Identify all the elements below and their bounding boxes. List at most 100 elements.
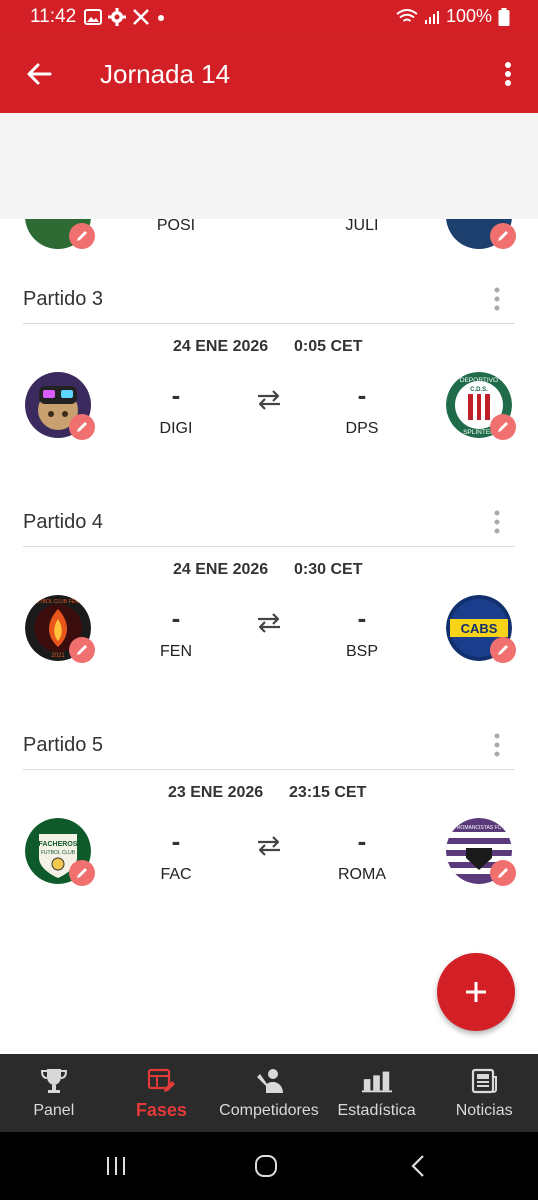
away-score: - — [357, 603, 367, 633]
home-button[interactable] — [246, 1150, 286, 1182]
page-title: Jornada 14 — [100, 59, 231, 89]
match-date: 24 ENE 2026 — [173, 561, 269, 578]
notification-icons — [84, 8, 166, 26]
x-logo-icon — [133, 9, 149, 25]
home-score: - — [171, 603, 181, 633]
home-circle-icon — [255, 1155, 277, 1177]
previous-match-partial: POSI JULI — [0, 219, 538, 249]
match-time: 23:15 CET — [289, 784, 367, 801]
match-header: Partido 3 — [23, 278, 515, 324]
more-vertical-icon — [494, 510, 500, 534]
recent-apps-button[interactable] — [96, 1150, 136, 1182]
more-vertical-icon — [494, 733, 500, 757]
away-team-abbr: JULI — [345, 219, 379, 234]
header-blank-area — [0, 113, 538, 219]
match-options-button[interactable] — [487, 730, 507, 760]
home-score: - — [171, 826, 181, 856]
signal-icon — [424, 10, 439, 24]
settings-gear-icon — [108, 8, 126, 26]
more-vertical-icon — [494, 287, 500, 311]
edit-logo-button[interactable] — [490, 223, 516, 249]
arrow-back-icon — [27, 63, 52, 85]
status-time: 11:42 — [30, 6, 77, 27]
pencil-icon — [77, 645, 87, 655]
recent-apps-icon — [107, 1157, 125, 1175]
add-match-button[interactable] — [437, 953, 515, 1031]
overflow-menu-button[interactable] — [496, 57, 520, 91]
away-team-abbr: ROMA — [338, 866, 386, 883]
match-options-button[interactable] — [487, 507, 507, 537]
edit-logo-button[interactable] — [490, 860, 516, 886]
newspaper-icon — [468, 1066, 500, 1096]
back-button[interactable] — [22, 57, 56, 91]
away-team: CABS — [446, 595, 516, 663]
away-team: ROMANCISTAS FC — [446, 818, 516, 886]
nav-label: Fases — [135, 1100, 187, 1120]
pencil-icon — [77, 868, 87, 878]
match-title: Partido 4 — [23, 511, 104, 533]
home-score: - — [171, 380, 181, 410]
edit-logo-button[interactable] — [490, 637, 516, 663]
status-right: 100% — [396, 6, 510, 27]
match-card: Partido 5 23 ENE 2026 23:15 CET FACHEROS… — [0, 724, 538, 924]
match-options-button[interactable] — [487, 284, 507, 314]
match-header: Partido 4 — [23, 501, 515, 547]
nav-item-competidores[interactable]: Competidores — [215, 1054, 323, 1132]
nav-label: Competidores — [219, 1102, 319, 1119]
dps-logo-mid-text: C.D.S. — [470, 387, 488, 393]
home-team-abbr: POSI — [156, 219, 196, 234]
bsp-logo-text: CABS — [461, 621, 498, 636]
pencil-icon — [498, 868, 508, 878]
swap-teams-icon[interactable] — [256, 389, 282, 411]
plus-icon — [466, 982, 486, 1002]
edit-logo-button[interactable] — [490, 414, 516, 440]
fac-logo-sub-text: FUTBOL CLUB — [41, 850, 76, 856]
pencil-icon — [77, 231, 87, 241]
nav-item-noticias[interactable]: Noticias — [430, 1054, 538, 1132]
bar-chart-icon — [361, 1066, 393, 1096]
app-bar: Jornada 14 — [0, 35, 538, 113]
system-back-button[interactable] — [398, 1150, 438, 1182]
edit-logo-button[interactable] — [69, 223, 95, 249]
away-score: - — [357, 380, 367, 410]
dot-icon — [158, 15, 164, 21]
bottom-navigation: Panel Fases Competidores Estadística Not… — [0, 1054, 538, 1132]
home-team: FUTBOL CLUB FENIX 2021 — [25, 595, 95, 663]
match-date: 23 ENE 2026 — [168, 784, 264, 801]
trophy-icon — [38, 1066, 70, 1096]
nav-label: Estadística — [337, 1102, 416, 1119]
match-title: Partido 5 — [23, 734, 104, 756]
battery-percent: 100% — [445, 6, 492, 26]
swap-teams-icon[interactable] — [256, 835, 282, 857]
away-score: - — [357, 826, 367, 856]
home-team-abbr: FEN — [160, 643, 192, 660]
bracket-edit-icon — [145, 1066, 177, 1096]
more-vertical-icon — [505, 62, 511, 86]
match-header: Partido 5 — [23, 724, 515, 770]
nav-item-fases[interactable]: Fases — [108, 1054, 216, 1132]
edit-logo-button[interactable] — [69, 637, 95, 663]
match-card: Partido 4 24 ENE 2026 0:30 CET FUTBOL CL… — [0, 501, 538, 701]
status-bar: 11:42 100% — [0, 0, 538, 35]
home-team: FACHEROS FUTBOL CLUB — [25, 818, 95, 886]
fen-logo-year: 2021 — [51, 653, 65, 659]
swap-teams-icon[interactable] — [256, 612, 282, 634]
players-icon — [253, 1066, 285, 1096]
edit-logo-button[interactable] — [69, 414, 95, 440]
pencil-icon — [77, 422, 87, 432]
fen-logo-ring-text: FUTBOL CLUB FENIX — [33, 599, 84, 605]
edit-logo-button[interactable] — [69, 860, 95, 886]
match-time: 0:30 CET — [294, 561, 363, 578]
nav-item-panel[interactable]: Panel — [0, 1054, 108, 1132]
away-team: DEPORTIVO C.D.S. SPLINTER — [446, 372, 516, 440]
match-card: Partido 3 24 ENE 2026 0:05 CET - - DIGI … — [0, 278, 538, 478]
dps-logo-top-text: DEPORTIVO — [460, 377, 498, 384]
match-title: Partido 3 — [23, 288, 104, 310]
pencil-icon — [498, 645, 508, 655]
nav-item-estadistica[interactable]: Estadística — [323, 1054, 431, 1132]
home-team-abbr: FAC — [160, 866, 192, 883]
match-date: 24 ENE 2026 — [173, 338, 269, 355]
fac-logo-main-text: FACHEROS — [39, 841, 78, 848]
wifi-icon — [396, 8, 418, 22]
away-team-abbr: BSP — [345, 643, 378, 660]
